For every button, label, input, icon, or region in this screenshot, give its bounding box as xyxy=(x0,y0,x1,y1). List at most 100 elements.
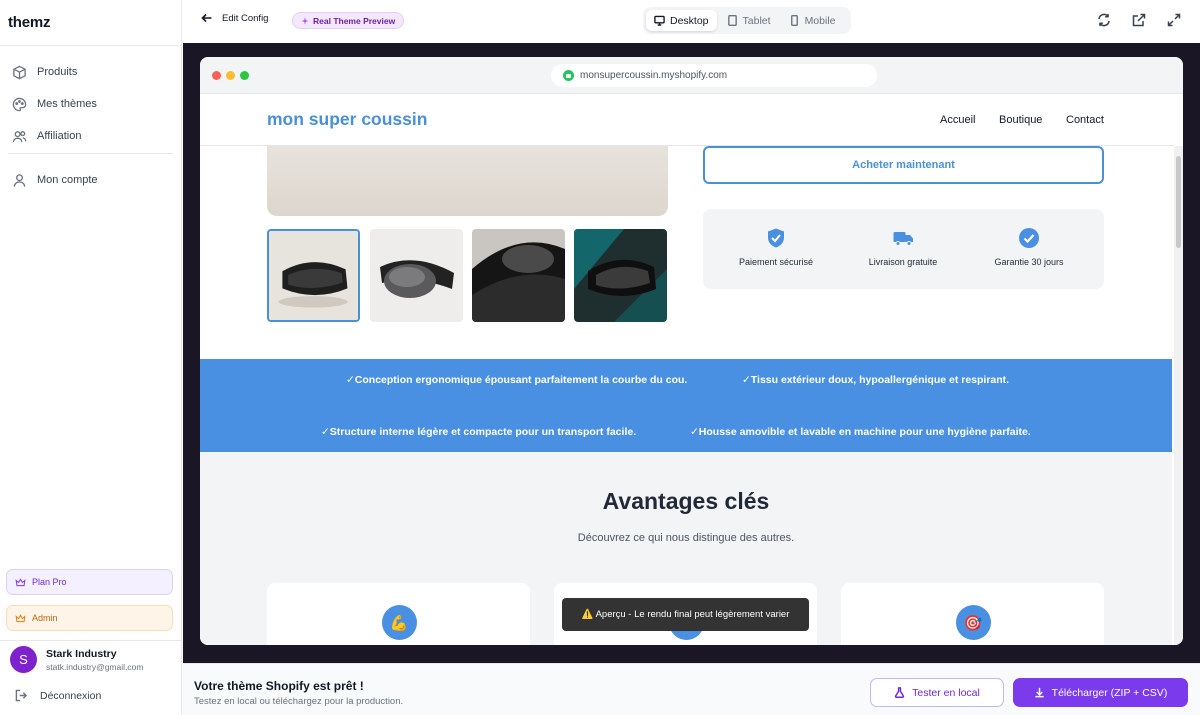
target-icon: 🎯 xyxy=(955,605,991,640)
expand-icon xyxy=(1167,13,1181,27)
box-icon xyxy=(13,65,26,79)
store-nav-boutique[interactable]: Boutique xyxy=(999,114,1042,126)
advantage-card: 🎯 xyxy=(841,583,1104,645)
top-bar: Edit Config Real Theme Preview Desktop T… xyxy=(183,0,1200,43)
trust-label: Paiement sécurisé xyxy=(738,257,814,267)
trust-badges: Paiement sécurisé Livraison gratuite Gar… xyxy=(703,209,1104,289)
product-main-image xyxy=(267,134,668,216)
sidebar-item-label: Mes thèmes xyxy=(37,98,97,110)
trust-label: Livraison gratuite xyxy=(868,257,938,267)
back-label: Edit Config xyxy=(222,12,269,24)
admin-badge[interactable]: Admin xyxy=(6,605,173,631)
device-switcher: Desktop Tablet Mobile xyxy=(643,7,851,34)
store-brand[interactable]: mon super coussin xyxy=(267,109,427,130)
sidebar-item-produits[interactable]: Produits xyxy=(12,61,77,83)
device-label: Tablet xyxy=(742,14,771,27)
store-nav-accueil[interactable]: Accueil xyxy=(940,114,975,126)
store-page: Acheter maintenant Paiement sécurisé Liv… xyxy=(200,94,1183,645)
logout-button[interactable]: Déconnexion xyxy=(15,689,101,702)
download-button[interactable]: Télécharger (ZIP + CSV) xyxy=(1013,678,1188,707)
benefit-item: ✓Housse amovible et lavable en machine p… xyxy=(690,426,1031,438)
device-tablet-button[interactable]: Tablet xyxy=(719,10,779,31)
footer-subtitle: Testez en local ou téléchargez pour la p… xyxy=(194,696,404,707)
logout-icon xyxy=(15,689,28,702)
open-external-button[interactable] xyxy=(1132,13,1146,27)
fullscreen-button[interactable] xyxy=(1167,13,1181,27)
preview-label: Real Theme Preview xyxy=(313,15,396,26)
sidebar-item-label: Produits xyxy=(37,66,78,78)
user-icon xyxy=(13,173,26,187)
maximize-dot-icon xyxy=(240,71,249,80)
trust-badge: Garantie 30 jours xyxy=(964,227,1094,267)
benefit-item: ✓Tissu extérieur doux, hypoallergénique … xyxy=(742,374,1010,386)
logout-label: Déconnexion xyxy=(40,689,102,702)
device-label: Desktop xyxy=(670,14,709,27)
browser-chrome: monsupercoussin.myshopify.com xyxy=(200,57,1183,94)
minimize-dot-icon xyxy=(226,71,235,80)
sparkle-icon xyxy=(301,16,309,25)
admin-label: Admin xyxy=(32,613,58,623)
benefit-item: ✓Conception ergonomique épousant parfait… xyxy=(346,374,688,386)
scrollbar-thumb[interactable] xyxy=(1176,156,1181,248)
button-label: Tester en local xyxy=(912,686,980,699)
buy-now-button[interactable]: Acheter maintenant xyxy=(703,146,1104,184)
device-mobile-button[interactable]: Mobile xyxy=(781,10,844,31)
trust-label: Garantie 30 jours xyxy=(994,257,1064,267)
refresh-icon xyxy=(1098,13,1110,27)
close-dot-icon xyxy=(212,71,221,80)
url-text: monsupercoussin.myshopify.com xyxy=(580,70,728,81)
sleep-mask-image xyxy=(269,231,358,320)
monitor-icon xyxy=(654,15,665,26)
browser-window: monsupercoussin.myshopify.com Acheter ma… xyxy=(200,57,1183,645)
plan-label: Plan Pro xyxy=(32,577,67,587)
crown-icon xyxy=(15,613,26,622)
trust-badge: Paiement sécurisé xyxy=(711,227,841,267)
device-label: Mobile xyxy=(804,14,836,27)
flask-icon xyxy=(894,687,905,698)
tablet-icon xyxy=(727,15,737,26)
trust-badge: Livraison gratuite xyxy=(838,227,968,267)
smartphone-icon xyxy=(790,15,798,26)
back-button[interactable]: Edit Config xyxy=(201,12,268,24)
avatar[interactable]: S xyxy=(10,646,37,673)
palette-icon xyxy=(12,97,27,111)
sidebar-item-themes[interactable]: Mes thèmes xyxy=(12,93,97,115)
divider xyxy=(0,45,182,46)
address-bar[interactable]: monsupercoussin.myshopify.com xyxy=(551,64,877,87)
sidebar-item-account[interactable]: Mon compte xyxy=(12,169,98,191)
refresh-button[interactable] xyxy=(1097,13,1111,27)
sleep-mask-image xyxy=(370,229,463,322)
benefit-item: ✓Structure interne légère et compacte po… xyxy=(321,426,637,438)
sidebar-item-label: Affiliation xyxy=(37,130,82,142)
product-thumbnail[interactable] xyxy=(574,229,667,322)
preview-stage: monsupercoussin.myshopify.com Acheter ma… xyxy=(183,43,1200,663)
sidebar: themz Produits Mes thèmes Affiliation Mo… xyxy=(0,0,182,715)
user-email: statk.industry@gmail.com xyxy=(46,662,144,672)
product-thumbnail[interactable] xyxy=(472,229,565,322)
arrow-left-icon xyxy=(201,13,212,23)
divider xyxy=(8,153,173,154)
users-icon xyxy=(12,130,27,142)
user-name: Stark Industry xyxy=(46,648,117,660)
advantage-card: 💪 xyxy=(267,583,530,645)
footer-title: Votre thème Shopify est prêt ! xyxy=(194,679,364,693)
plan-badge[interactable]: Plan Pro xyxy=(6,569,173,595)
section-subtitle: Découvrez ce qui nous distingue des autr… xyxy=(577,532,795,544)
test-locally-button[interactable]: Tester en local xyxy=(870,678,1004,707)
action-footer: Votre thème Shopify est prêt ! Testez en… xyxy=(183,663,1200,715)
lock-icon xyxy=(563,70,574,81)
product-thumbnail[interactable] xyxy=(370,229,463,322)
divider xyxy=(0,640,182,641)
sidebar-item-affiliation[interactable]: Affiliation xyxy=(12,125,81,147)
check-circle-icon xyxy=(1019,228,1039,248)
button-label: Télécharger (ZIP + CSV) xyxy=(1051,686,1168,699)
download-icon xyxy=(1035,687,1044,698)
crown-icon xyxy=(15,577,26,586)
store-nav-contact[interactable]: Contact xyxy=(1066,114,1104,126)
app-logo[interactable]: themz xyxy=(8,14,51,31)
product-thumbnail[interactable] xyxy=(267,229,360,322)
section-title: Avantages clés xyxy=(602,488,770,514)
store-header: mon super coussin Accueil Boutique Conta… xyxy=(200,94,1174,146)
sleep-mask-image xyxy=(472,229,565,322)
device-desktop-button[interactable]: Desktop xyxy=(646,10,717,31)
